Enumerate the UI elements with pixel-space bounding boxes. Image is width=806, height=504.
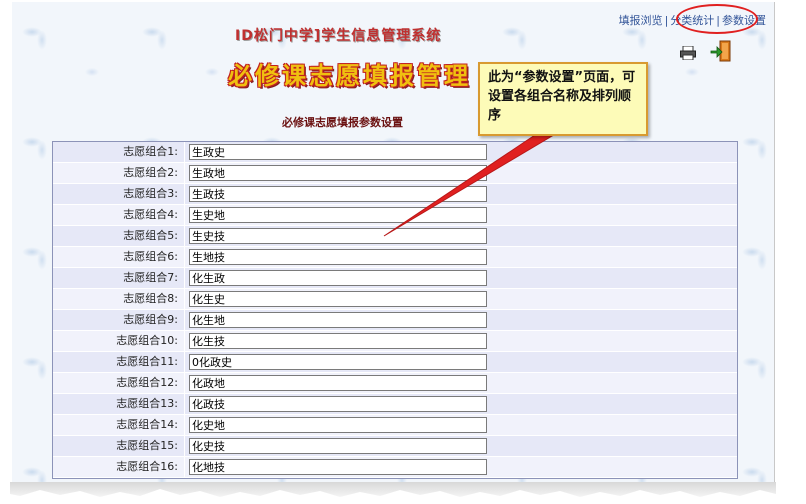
callout-text: 此为“参数设置”页面，可设置各组合名称及排列顺序 [488, 70, 636, 123]
table-row: 志愿组合2: [53, 163, 737, 184]
combination-name-input[interactable] [189, 207, 487, 223]
combination-name-input[interactable] [189, 459, 487, 475]
row-input-cell [185, 436, 737, 456]
row-input-cell [185, 184, 737, 204]
row-input-cell [185, 394, 737, 414]
printer-icon[interactable] [680, 46, 696, 60]
settings-table: 志愿组合1:志愿组合2:志愿组合3:志愿组合4:志愿组合5:志愿组合6:志愿组合… [52, 141, 738, 479]
row-label: 志愿组合11: [53, 352, 185, 372]
row-input-cell [185, 226, 737, 246]
table-row: 志愿组合12: [53, 373, 737, 394]
table-row: 志愿组合3: [53, 184, 737, 205]
table-row: 志愿组合11: [53, 352, 737, 373]
row-input-cell [185, 331, 737, 351]
row-input-cell [185, 205, 737, 225]
row-label: 志愿组合3: [53, 184, 185, 204]
row-label: 志愿组合2: [53, 163, 185, 183]
section-title: 必修课志愿填报参数设置 [282, 116, 403, 129]
table-row: 志愿组合1: [53, 142, 737, 163]
combination-name-input[interactable] [189, 291, 487, 307]
combination-name-input[interactable] [189, 417, 487, 433]
row-label: 志愿组合4: [53, 205, 185, 225]
table-row: 志愿组合10: [53, 331, 737, 352]
combination-name-input[interactable] [189, 249, 487, 265]
row-label: 志愿组合1: [53, 142, 185, 162]
torn-edge-bottom [0, 489, 806, 504]
table-row: 志愿组合9: [53, 310, 737, 331]
row-label: 志愿组合5: [53, 226, 185, 246]
highlight-ellipse [676, 4, 758, 34]
table-row: 志愿组合14: [53, 415, 737, 436]
combination-name-input[interactable] [189, 186, 487, 202]
row-label: 志愿组合14: [53, 415, 185, 435]
row-input-cell [185, 247, 737, 267]
table-row: 志愿组合13: [53, 394, 737, 415]
row-label: 志愿组合13: [53, 394, 185, 414]
exit-door-icon[interactable] [710, 40, 732, 62]
table-row: 志愿组合5: [53, 226, 737, 247]
combination-name-input[interactable] [189, 375, 487, 391]
row-input-cell [185, 289, 737, 309]
nav-link-browse[interactable]: 填报浏览 [619, 14, 663, 27]
row-input-cell [185, 142, 737, 162]
school-title: ID松门中学]学生信息管理系统 [235, 28, 442, 44]
row-input-cell [185, 352, 737, 372]
combination-name-input[interactable] [189, 270, 487, 286]
row-input-cell [185, 373, 737, 393]
annotation-callout: 此为“参数设置”页面，可设置各组合名称及排列顺序 [478, 62, 648, 136]
row-label: 志愿组合15: [53, 436, 185, 456]
row-label: 志愿组合16: [53, 457, 185, 477]
row-input-cell [185, 310, 737, 330]
table-row: 志愿组合7: [53, 268, 737, 289]
row-label: 志愿组合8: [53, 289, 185, 309]
combination-name-input[interactable] [189, 354, 487, 370]
row-label: 志愿组合6: [53, 247, 185, 267]
row-label: 志愿组合10: [53, 331, 185, 351]
row-input-cell [185, 268, 737, 288]
table-row: 志愿组合4: [53, 205, 737, 226]
torn-edge-right [776, 0, 806, 504]
row-input-cell [185, 163, 737, 183]
table-row: 志愿组合8: [53, 289, 737, 310]
table-row: 志愿组合6: [53, 247, 737, 268]
combination-name-input[interactable] [189, 438, 487, 454]
table-row: 志愿组合15: [53, 436, 737, 457]
row-input-cell [185, 415, 737, 435]
combination-name-input[interactable] [189, 312, 487, 328]
combination-name-input[interactable] [189, 396, 487, 412]
nav-separator: | [664, 14, 669, 27]
row-input-cell [185, 457, 737, 477]
combination-name-input[interactable] [189, 228, 487, 244]
combination-name-input[interactable] [189, 144, 487, 160]
row-label: 志愿组合7: [53, 268, 185, 288]
row-label: 志愿组合9: [53, 310, 185, 330]
row-label: 志愿组合12: [53, 373, 185, 393]
combination-name-input[interactable] [189, 165, 487, 181]
table-row: 志愿组合16: [53, 457, 737, 478]
page-banner: 必修课志愿填报管理 [228, 62, 471, 90]
combination-name-input[interactable] [189, 333, 487, 349]
